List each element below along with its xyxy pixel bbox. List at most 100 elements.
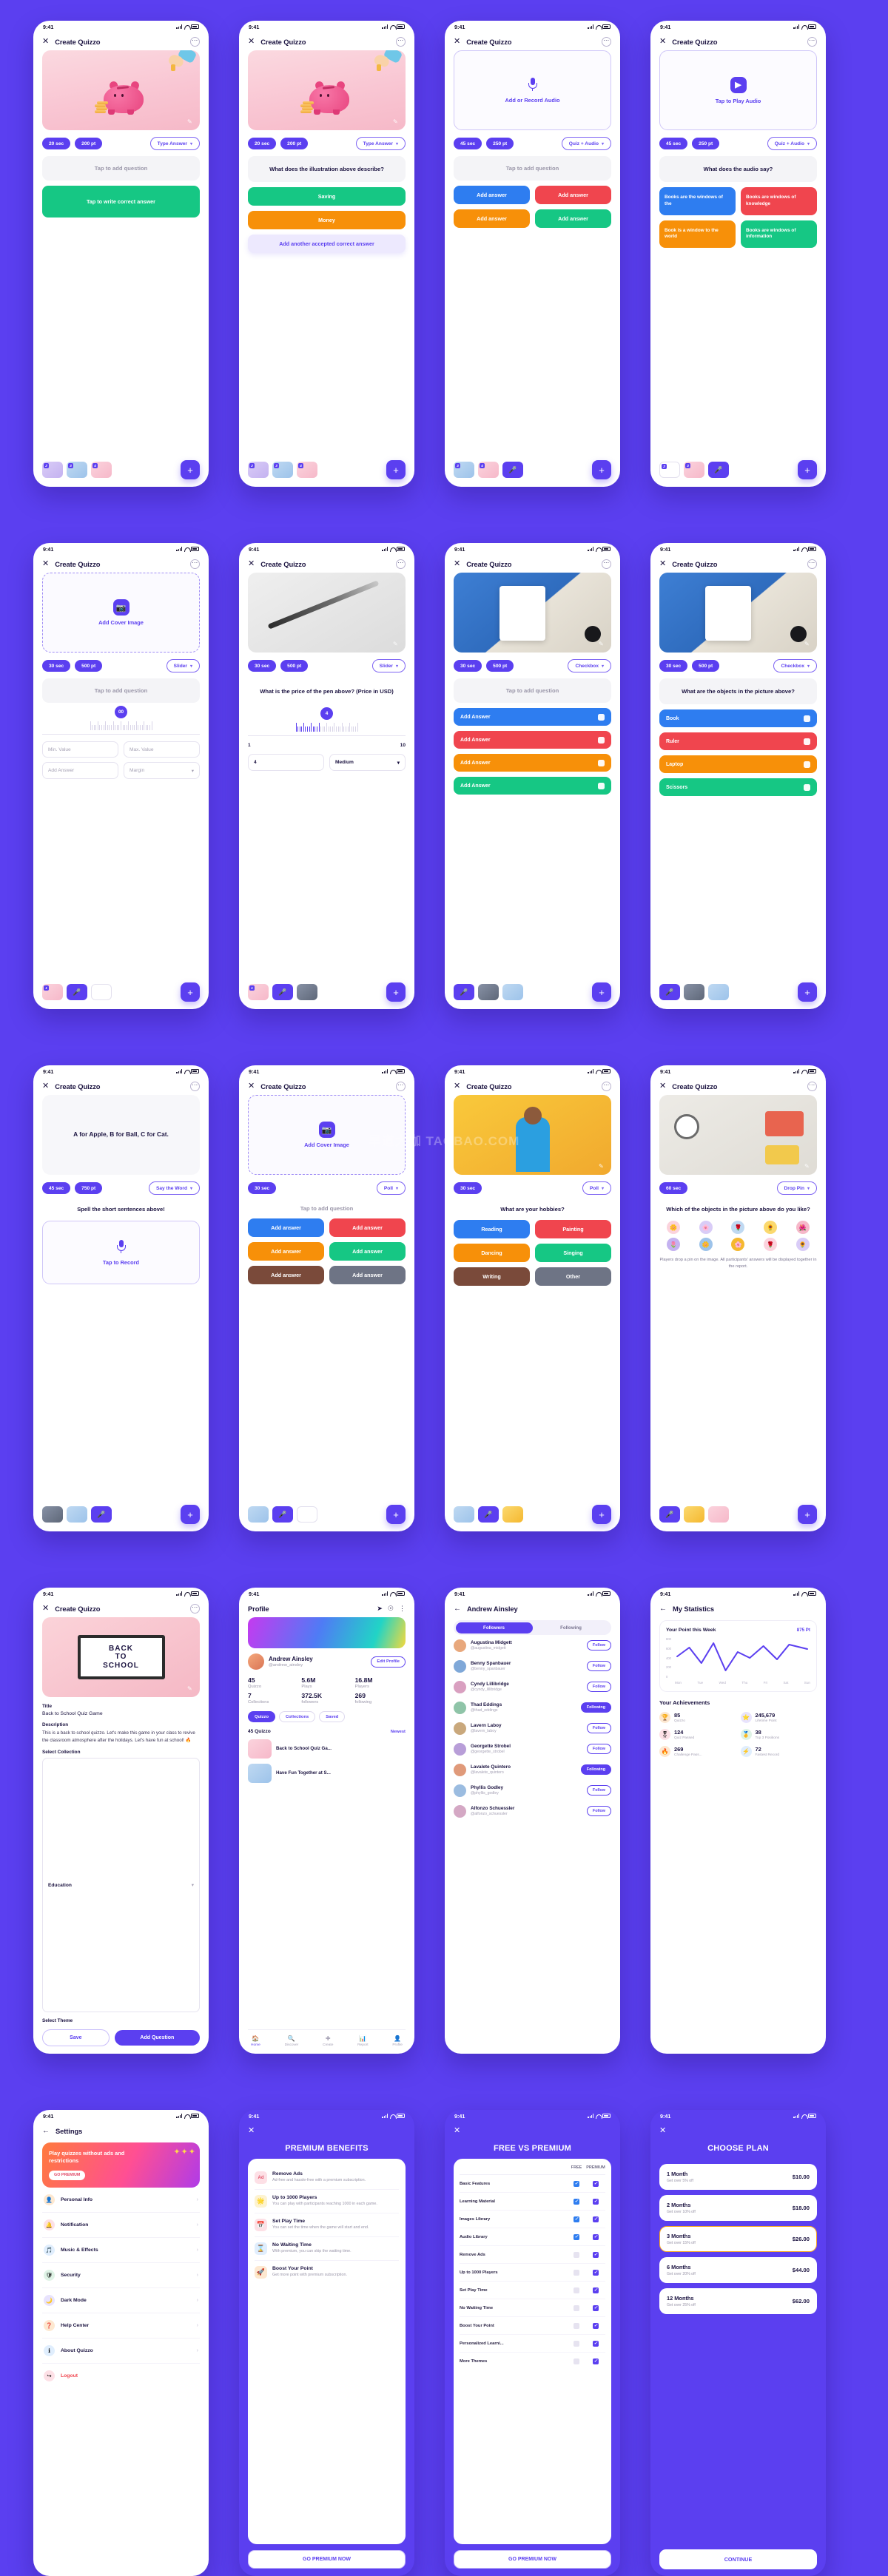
answer-option[interactable]: Money xyxy=(248,211,406,230)
question-thumb[interactable] xyxy=(297,1506,317,1523)
follow-button[interactable]: Follow xyxy=(586,1785,611,1796)
more-icon[interactable]: ⋯ xyxy=(602,36,611,47)
chip-question-type[interactable]: Slider ▾ xyxy=(166,659,200,672)
list-item[interactable]: Lavalete Quintero @lavalete_quintero Follo… xyxy=(454,1759,611,1780)
correct-answer-input[interactable]: Tap to write correct answer xyxy=(42,186,200,218)
chip-duration[interactable]: 20 sec xyxy=(248,138,277,149)
answer-option[interactable]: Add answer xyxy=(329,1266,406,1284)
premium-promo-banner[interactable]: Play quizzes without ads and restriction… xyxy=(42,2142,200,2188)
add-question-button[interactable]: + xyxy=(181,460,200,479)
plan-option[interactable]: 1 Month Get over 5% off $10.00 xyxy=(659,2164,817,2190)
answer-option[interactable]: Add Answer xyxy=(454,708,611,726)
question-thumb[interactable] xyxy=(248,1506,269,1523)
chip-question-type[interactable]: Quiz + Audio ▾ xyxy=(767,137,817,150)
chip-duration[interactable]: 45 sec xyxy=(454,138,482,149)
add-question-button[interactable]: + xyxy=(386,460,406,479)
question-text[interactable]: What does the audio say? xyxy=(659,156,817,183)
add-question-button[interactable]: Add Question xyxy=(114,2030,200,2046)
edit-image-icon[interactable]: ✎ xyxy=(599,1163,606,1170)
question-input[interactable]: Tap to add question xyxy=(248,1201,406,1213)
answer-option[interactable]: Books are windows of knowledge xyxy=(741,187,817,215)
toggle-switch[interactable]: › xyxy=(197,2298,198,2303)
tab-create[interactable]: ✚ Create xyxy=(323,2035,333,2047)
go-premium-button[interactable]: GO PREMIUM NOW xyxy=(248,2550,406,2569)
edit-image-icon[interactable]: ✎ xyxy=(804,1163,812,1170)
question-text[interactable]: Which of the objects in the picture abov… xyxy=(659,1201,817,1215)
question-input[interactable]: Tap to add question xyxy=(454,156,611,181)
add-question-button[interactable]: + xyxy=(386,982,406,1002)
question-thumb-audio[interactable]: 🎤 xyxy=(272,1506,293,1523)
chip-duration[interactable]: 20 sec xyxy=(42,138,71,149)
follow-button[interactable]: Follow xyxy=(586,1661,611,1671)
chip-question-type[interactable]: Quiz + Audio ▾ xyxy=(561,137,611,150)
audio-player-area[interactable]: ▶ Tap to Play Audio xyxy=(659,50,817,130)
share-icon[interactable]: ➤ xyxy=(377,1605,383,1613)
edit-image-icon[interactable]: ✎ xyxy=(393,118,400,126)
chip-duration[interactable]: 30 sec xyxy=(454,660,482,672)
tab-home[interactable]: 🏠 Home xyxy=(251,2035,260,2047)
close-icon[interactable]: ✕ xyxy=(659,559,666,568)
margin-select[interactable]: Margin ▾ xyxy=(124,762,200,779)
margin-select[interactable]: Medium ▾ xyxy=(329,754,406,772)
checkbox[interactable] xyxy=(804,761,810,768)
cover-image-upload[interactable]: 📷 Add Cover Image xyxy=(248,1095,406,1175)
close-icon[interactable]: ✕ xyxy=(659,37,666,46)
close-icon[interactable]: ✕ xyxy=(248,559,255,568)
back-icon[interactable]: ← xyxy=(454,1605,461,1613)
question-thumb-audio[interactable]: 🎤 xyxy=(91,1506,112,1523)
max-value-input[interactable]: Max. Value xyxy=(124,741,200,758)
question-thumb[interactable]: 2 xyxy=(42,462,63,478)
cover-image[interactable]: BACK TO SCHOOL ✎ xyxy=(42,1617,200,1697)
chip-duration[interactable]: 30 sec xyxy=(42,660,71,672)
description-input[interactable]: This is a back to school quizzo. Let's m… xyxy=(42,1730,200,1744)
close-icon[interactable]: ✕ xyxy=(454,1082,460,1090)
follow-button[interactable]: Follow xyxy=(586,1640,611,1651)
question-text[interactable]: What are your hobbies? xyxy=(454,1201,611,1215)
plan-option-selected[interactable]: 3 Months Get over 15% off $26.00 xyxy=(659,2226,817,2252)
pin-avatar[interactable]: 🌻 xyxy=(796,1238,810,1252)
following-button[interactable]: Following xyxy=(580,1702,611,1713)
question-thumb[interactable]: 2 xyxy=(248,462,269,478)
question-input[interactable]: Tap to add question xyxy=(454,678,611,703)
checkbox[interactable] xyxy=(598,759,605,766)
answer-option[interactable]: Scissors xyxy=(659,778,817,797)
collection-select[interactable]: Education ▾ xyxy=(42,1758,200,2012)
question-thumb[interactable] xyxy=(708,984,729,1000)
question-thumb[interactable] xyxy=(297,984,317,1000)
question-thumb[interactable] xyxy=(684,1506,704,1523)
segment-quizzo[interactable]: Quizzo xyxy=(248,1711,275,1722)
more-icon[interactable]: ⋯ xyxy=(396,559,406,569)
question-thumb-audio[interactable]: 🎤 xyxy=(478,1506,499,1523)
chip-question-type[interactable]: Say the Word ▾ xyxy=(148,1181,200,1195)
chip-question-type[interactable]: Type Answer ▾ xyxy=(149,137,200,150)
chip-duration[interactable]: 30 sec xyxy=(248,1182,277,1194)
pin-avatar[interactable]: 🌹 xyxy=(731,1221,745,1235)
close-icon[interactable]: ✕ xyxy=(454,559,460,568)
add-question-button[interactable]: + xyxy=(181,982,200,1002)
chip-points[interactable]: 500 pt xyxy=(280,660,309,672)
answer-option[interactable]: Other xyxy=(535,1267,611,1287)
slider-control[interactable]: 00 xyxy=(42,703,200,741)
question-thumb[interactable] xyxy=(502,984,523,1000)
edit-image-icon[interactable]: ✎ xyxy=(187,118,195,126)
audio-upload-area[interactable]: Add or Record Audio xyxy=(454,50,611,130)
add-accepted-answer-button[interactable]: Add another accepted correct answer xyxy=(248,235,406,254)
pin-avatar[interactable]: 🌸 xyxy=(731,1238,745,1252)
sort-button[interactable]: Newest xyxy=(391,1730,406,1734)
add-question-button[interactable]: + xyxy=(592,460,611,479)
checkbox[interactable] xyxy=(598,736,605,744)
question-input[interactable]: Tap to add question xyxy=(42,156,200,181)
answer-option[interactable]: Laptop xyxy=(659,755,817,774)
question-thumb-audio[interactable]: 🎤 xyxy=(659,1506,680,1523)
title-input[interactable]: Back to School Quiz Game xyxy=(42,1711,200,1716)
checkbox[interactable] xyxy=(804,738,810,745)
close-icon[interactable]: ✕ xyxy=(454,2126,460,2135)
answer-option[interactable]: Ruler xyxy=(659,732,817,751)
chip-points[interactable]: 750 pt xyxy=(75,1182,103,1194)
chip-question-type[interactable]: Checkbox ▾ xyxy=(773,659,817,672)
checkbox[interactable] xyxy=(804,783,810,791)
list-item[interactable]: Cyndy Lillibridge @cyndy_lillibridge Follo… xyxy=(454,1676,611,1697)
more-icon[interactable]: ⋯ xyxy=(396,36,406,47)
pin-avatar[interactable]: 🌷 xyxy=(667,1238,681,1252)
answer-option[interactable]: Add answer xyxy=(329,1242,406,1261)
